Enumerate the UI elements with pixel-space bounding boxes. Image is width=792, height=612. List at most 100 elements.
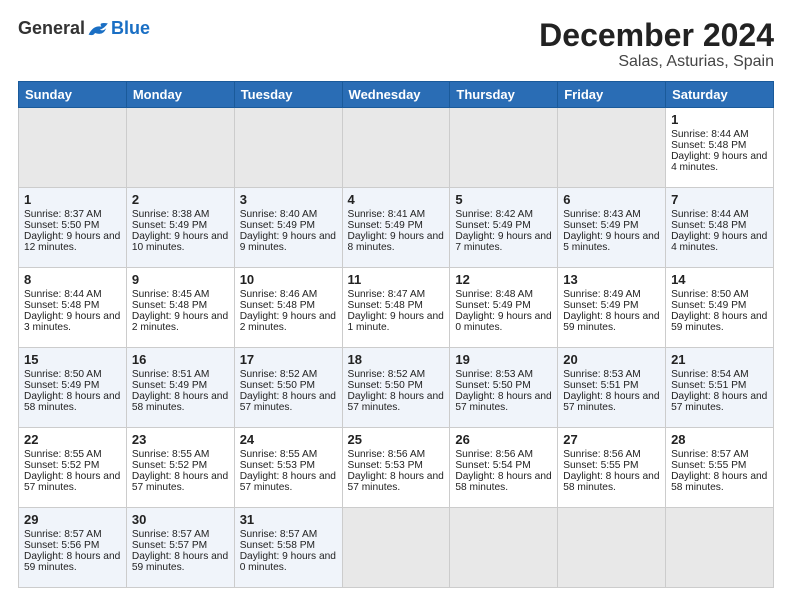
calendar-cell: 7Sunrise: 8:44 AMSunset: 5:48 PMDaylight… bbox=[666, 188, 774, 268]
daylight-text: Daylight: 8 hours and 58 minutes. bbox=[132, 391, 229, 413]
day-number: 8 bbox=[24, 272, 121, 287]
sunset-text: Sunset: 5:49 PM bbox=[671, 300, 768, 311]
day-number: 18 bbox=[348, 352, 445, 367]
calendar-cell: 11Sunrise: 8:47 AMSunset: 5:48 PMDayligh… bbox=[342, 268, 450, 348]
calendar-cell: 4Sunrise: 8:41 AMSunset: 5:49 PMDaylight… bbox=[342, 188, 450, 268]
sunrise-text: Sunrise: 8:51 AM bbox=[132, 369, 229, 380]
sunset-text: Sunset: 5:58 PM bbox=[240, 540, 337, 551]
calendar-week-row: 1Sunrise: 8:37 AMSunset: 5:50 PMDaylight… bbox=[19, 188, 774, 268]
calendar-cell bbox=[450, 508, 558, 588]
day-number: 22 bbox=[24, 432, 121, 447]
daylight-text: Daylight: 8 hours and 57 minutes. bbox=[348, 391, 445, 413]
calendar-header-row: SundayMondayTuesdayWednesdayThursdayFrid… bbox=[19, 82, 774, 108]
sunrise-text: Sunrise: 8:57 AM bbox=[132, 529, 229, 540]
day-number: 27 bbox=[563, 432, 660, 447]
sunrise-text: Sunrise: 8:54 AM bbox=[671, 369, 768, 380]
sunrise-text: Sunrise: 8:44 AM bbox=[671, 209, 768, 220]
sunset-text: Sunset: 5:53 PM bbox=[240, 460, 337, 471]
sunset-text: Sunset: 5:49 PM bbox=[563, 220, 660, 231]
calendar-cell: 1Sunrise: 8:44 AMSunset: 5:48 PMDaylight… bbox=[666, 108, 774, 188]
sunrise-text: Sunrise: 8:56 AM bbox=[563, 449, 660, 460]
day-number: 6 bbox=[563, 192, 660, 207]
daylight-text: Daylight: 8 hours and 58 minutes. bbox=[24, 391, 121, 413]
calendar-cell bbox=[450, 108, 558, 188]
sunrise-text: Sunrise: 8:50 AM bbox=[24, 369, 121, 380]
sunset-text: Sunset: 5:48 PM bbox=[24, 300, 121, 311]
calendar-cell: 15Sunrise: 8:50 AMSunset: 5:49 PMDayligh… bbox=[19, 348, 127, 428]
calendar-cell bbox=[342, 508, 450, 588]
daylight-text: Daylight: 8 hours and 57 minutes. bbox=[455, 391, 552, 413]
daylight-text: Daylight: 8 hours and 58 minutes. bbox=[563, 471, 660, 493]
day-number: 15 bbox=[24, 352, 121, 367]
day-number: 25 bbox=[348, 432, 445, 447]
logo-general: General bbox=[18, 18, 85, 39]
daylight-text: Daylight: 8 hours and 58 minutes. bbox=[671, 471, 768, 493]
sunset-text: Sunset: 5:55 PM bbox=[563, 460, 660, 471]
day-number: 10 bbox=[240, 272, 337, 287]
calendar-header-friday: Friday bbox=[558, 82, 666, 108]
calendar-cell: 6Sunrise: 8:43 AMSunset: 5:49 PMDaylight… bbox=[558, 188, 666, 268]
month-title: December 2024 bbox=[539, 18, 774, 53]
day-number: 12 bbox=[455, 272, 552, 287]
daylight-text: Daylight: 8 hours and 57 minutes. bbox=[24, 471, 121, 493]
sunrise-text: Sunrise: 8:50 AM bbox=[671, 289, 768, 300]
calendar-cell bbox=[342, 108, 450, 188]
day-number: 28 bbox=[671, 432, 768, 447]
logo-bird-icon bbox=[87, 19, 111, 39]
daylight-text: Daylight: 8 hours and 59 minutes. bbox=[563, 311, 660, 333]
sunset-text: Sunset: 5:57 PM bbox=[132, 540, 229, 551]
sunrise-text: Sunrise: 8:53 AM bbox=[455, 369, 552, 380]
calendar-cell bbox=[19, 108, 127, 188]
calendar-cell: 23Sunrise: 8:55 AMSunset: 5:52 PMDayligh… bbox=[126, 428, 234, 508]
sunset-text: Sunset: 5:51 PM bbox=[671, 380, 768, 391]
sunrise-text: Sunrise: 8:42 AM bbox=[455, 209, 552, 220]
day-number: 30 bbox=[132, 512, 229, 527]
calendar-header-wednesday: Wednesday bbox=[342, 82, 450, 108]
sunrise-text: Sunrise: 8:55 AM bbox=[240, 449, 337, 460]
daylight-text: Daylight: 8 hours and 57 minutes. bbox=[240, 471, 337, 493]
calendar-week-row: 1Sunrise: 8:44 AMSunset: 5:48 PMDaylight… bbox=[19, 108, 774, 188]
daylight-text: Daylight: 9 hours and 12 minutes. bbox=[24, 231, 121, 253]
sunrise-text: Sunrise: 8:52 AM bbox=[240, 369, 337, 380]
calendar-cell: 28Sunrise: 8:57 AMSunset: 5:55 PMDayligh… bbox=[666, 428, 774, 508]
daylight-text: Daylight: 8 hours and 59 minutes. bbox=[132, 551, 229, 573]
day-number: 19 bbox=[455, 352, 552, 367]
logo: General Blue bbox=[18, 18, 150, 39]
calendar-cell: 21Sunrise: 8:54 AMSunset: 5:51 PMDayligh… bbox=[666, 348, 774, 428]
daylight-text: Daylight: 9 hours and 10 minutes. bbox=[132, 231, 229, 253]
day-number: 20 bbox=[563, 352, 660, 367]
daylight-text: Daylight: 8 hours and 57 minutes. bbox=[240, 391, 337, 413]
calendar-cell: 18Sunrise: 8:52 AMSunset: 5:50 PMDayligh… bbox=[342, 348, 450, 428]
daylight-text: Daylight: 9 hours and 0 minutes. bbox=[455, 311, 552, 333]
daylight-text: Daylight: 9 hours and 5 minutes. bbox=[563, 231, 660, 253]
calendar-cell: 10Sunrise: 8:46 AMSunset: 5:48 PMDayligh… bbox=[234, 268, 342, 348]
daylight-text: Daylight: 9 hours and 7 minutes. bbox=[455, 231, 552, 253]
daylight-text: Daylight: 9 hours and 9 minutes. bbox=[240, 231, 337, 253]
sunrise-text: Sunrise: 8:57 AM bbox=[24, 529, 121, 540]
sunset-text: Sunset: 5:48 PM bbox=[671, 220, 768, 231]
sunrise-text: Sunrise: 8:52 AM bbox=[348, 369, 445, 380]
calendar-cell: 5Sunrise: 8:42 AMSunset: 5:49 PMDaylight… bbox=[450, 188, 558, 268]
daylight-text: Daylight: 8 hours and 57 minutes. bbox=[563, 391, 660, 413]
day-number: 4 bbox=[348, 192, 445, 207]
calendar-cell bbox=[234, 108, 342, 188]
daylight-text: Daylight: 9 hours and 8 minutes. bbox=[348, 231, 445, 253]
calendar-cell: 8Sunrise: 8:44 AMSunset: 5:48 PMDaylight… bbox=[19, 268, 127, 348]
daylight-text: Daylight: 8 hours and 59 minutes. bbox=[671, 311, 768, 333]
day-number: 13 bbox=[563, 272, 660, 287]
calendar-cell: 13Sunrise: 8:49 AMSunset: 5:49 PMDayligh… bbox=[558, 268, 666, 348]
daylight-text: Daylight: 9 hours and 2 minutes. bbox=[240, 311, 337, 333]
sunset-text: Sunset: 5:49 PM bbox=[348, 220, 445, 231]
calendar: SundayMondayTuesdayWednesdayThursdayFrid… bbox=[18, 81, 774, 588]
day-number: 16 bbox=[132, 352, 229, 367]
day-number: 1 bbox=[671, 112, 768, 127]
calendar-cell bbox=[558, 508, 666, 588]
calendar-cell bbox=[666, 508, 774, 588]
daylight-text: Daylight: 8 hours and 59 minutes. bbox=[24, 551, 121, 573]
daylight-text: Daylight: 8 hours and 57 minutes. bbox=[348, 471, 445, 493]
title-block: December 2024 Salas, Asturias, Spain bbox=[539, 18, 774, 71]
sunset-text: Sunset: 5:49 PM bbox=[455, 300, 552, 311]
sunset-text: Sunset: 5:48 PM bbox=[240, 300, 337, 311]
sunrise-text: Sunrise: 8:37 AM bbox=[24, 209, 121, 220]
calendar-cell: 17Sunrise: 8:52 AMSunset: 5:50 PMDayligh… bbox=[234, 348, 342, 428]
